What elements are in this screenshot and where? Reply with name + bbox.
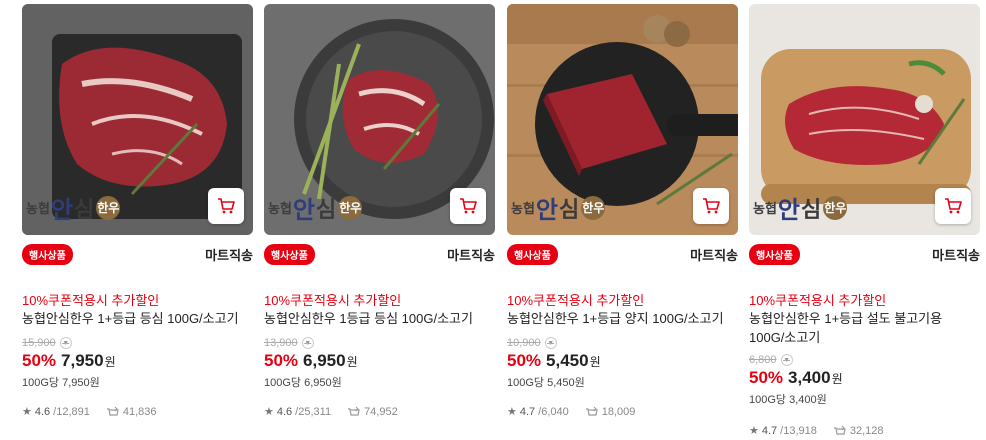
product-name[interactable]: 농협안심한우 1등급 등심 100G/소고기: [264, 309, 495, 328]
brand-logo: 농협 안 심 한우: [268, 195, 363, 224]
unit-price: 100G당 3,400원: [749, 394, 827, 406]
price-block: 15,900 ▼ 50% 7,950 원 100G당 7,950원: [22, 337, 116, 390]
coupon-text: 10%쿠폰적용시 추가할인: [507, 293, 645, 308]
sale-line: 50% 5,450 원: [507, 351, 601, 371]
chevron-down-icon[interactable]: ▼: [301, 337, 314, 349]
product-card[interactable]: 농협 안 심 한우 행사상품 마트직송 10%쿠폰적용시 추가할인 농협안심한우…: [749, 4, 980, 440]
unit-price: 100G당 5,450원: [507, 377, 585, 389]
purchase-count: 18,009: [601, 405, 636, 418]
product-name[interactable]: 농협안심한우 1+등급 양지 100G/소고기: [507, 309, 738, 328]
rating: 4.7: [519, 405, 536, 418]
price-block: 10,900 ▼ 50% 5,450 원 100G당 5,450원: [507, 337, 601, 390]
star-icon: ★: [507, 406, 517, 418]
sale-line: 50% 7,950 원: [22, 351, 116, 371]
purchase-count-icon: [585, 406, 598, 416]
cart-icon: [460, 198, 477, 214]
chevron-down-icon[interactable]: ▼: [59, 337, 72, 349]
coupon-text: 10%쿠폰적용시 추가할인: [749, 293, 887, 308]
purchase-count-icon: [833, 425, 846, 435]
product-card[interactable]: 농협 안 심 한우 행사상품 마트직송 10%쿠폰적용시 추가할인 농협안심한우…: [264, 4, 495, 440]
original-price: 15,900 ▼: [22, 337, 116, 349]
shipping-label: 마트직송: [932, 247, 980, 263]
rating: 4.7: [761, 424, 778, 437]
add-to-cart-button[interactable]: [935, 188, 971, 224]
product-image[interactable]: 농협 안 심 한우: [22, 4, 253, 235]
event-badge: 행사상품: [264, 243, 315, 265]
sale-price: 6,950: [303, 351, 346, 370]
sale-price: 7,950: [61, 351, 104, 370]
unit-price: 100G당 6,950원: [264, 377, 342, 389]
coupon-text: 10%쿠폰적용시 추가할인: [264, 293, 402, 308]
chevron-down-icon[interactable]: ▼: [544, 337, 557, 349]
currency: 원: [831, 372, 843, 386]
rating: 4.6: [34, 405, 51, 418]
currency: 원: [104, 355, 116, 369]
sale-line: 50% 6,950 원: [264, 351, 358, 371]
stats: ★ 4.7 /6,040 18,009: [507, 405, 636, 419]
sale-line: 50% 3,400 원: [749, 368, 843, 388]
star-icon: ★: [749, 425, 759, 437]
original-price: 6,800 ▼: [749, 354, 843, 366]
original-price: 13,900 ▼: [264, 337, 358, 349]
stats: ★ 4.7 /13,918 32,128: [749, 424, 884, 438]
product-card[interactable]: 농협 안 심 한우 행사상품 마트직송 10%쿠폰적용시 추가할인 농협안심한우…: [22, 4, 253, 440]
currency: 원: [589, 355, 601, 369]
purchase-count-icon: [348, 406, 360, 416]
star-icon: ★: [264, 406, 274, 418]
add-to-cart-button[interactable]: [693, 188, 729, 224]
product-name[interactable]: 농협안심한우 1+등급 등심 100G/소고기: [22, 309, 253, 328]
star-icon: ★: [22, 406, 32, 418]
meta-row: 행사상품 마트직송: [264, 243, 495, 265]
event-badge: 행사상품: [749, 243, 800, 265]
unit-price: 100G당 7,950원: [22, 377, 100, 389]
purchase-count: 41,836: [122, 405, 157, 418]
discount-rate: 50%: [507, 351, 542, 370]
discount-rate: 50%: [22, 351, 57, 370]
shipping-label: 마트직송: [690, 247, 738, 263]
coupon-text: 10%쿠폰적용시 추가할인: [22, 293, 160, 308]
brand-logo: 농협 안 심 한우: [511, 195, 606, 224]
original-price: 10,900 ▼: [507, 337, 601, 349]
price-block: 6,800 ▼ 50% 3,400 원 100G당 3,400원: [749, 354, 843, 407]
discount-rate: 50%: [749, 368, 784, 387]
sale-price: 3,400: [788, 368, 831, 387]
meta-row: 행사상품 마트직송: [749, 243, 980, 265]
add-to-cart-button[interactable]: [208, 188, 244, 224]
rating: 4.6: [276, 405, 293, 418]
purchase-count: 32,128: [849, 424, 884, 437]
chevron-down-icon[interactable]: ▼: [780, 354, 793, 366]
product-image[interactable]: 농협 안 심 한우: [749, 4, 980, 235]
purchase-count: 74,952: [364, 405, 398, 418]
product-image[interactable]: 농협 안 심 한우: [507, 4, 738, 235]
brand-logo: 농협 안 심 한우: [26, 195, 121, 224]
purchase-count-icon: [106, 406, 119, 416]
review-count: /25,311: [295, 405, 332, 418]
cart-icon: [945, 198, 962, 214]
product-name[interactable]: 농협안심한우 1+등급 설도 불고기용 100G/소고기: [749, 309, 980, 347]
shipping-label: 마트직송: [447, 247, 495, 263]
sale-price: 5,450: [546, 351, 589, 370]
discount-rate: 50%: [264, 351, 299, 370]
event-badge: 행사상품: [507, 243, 558, 265]
shipping-label: 마트직송: [205, 247, 253, 263]
brand-logo: 농협 안 심 한우: [753, 195, 848, 224]
review-count: /12,891: [53, 405, 90, 418]
meta-row: 행사상품 마트직송: [22, 243, 253, 265]
review-count: /13,918: [780, 424, 817, 437]
product-image[interactable]: 농협 안 심 한우: [264, 4, 495, 235]
product-grid: 농협 안 심 한우 행사상품 마트직송 10%쿠폰적용시 추가할인 농협안심한우…: [0, 0, 986, 440]
cart-icon: [703, 198, 720, 214]
cart-icon: [218, 198, 235, 214]
meta-row: 행사상품 마트직송: [507, 243, 738, 265]
review-count: /6,040: [538, 405, 569, 418]
stats: ★ 4.6 /12,891 41,836: [22, 405, 157, 419]
currency: 원: [346, 355, 358, 369]
product-card[interactable]: 농협 안 심 한우 행사상품 마트직송 10%쿠폰적용시 추가할인 농협안심한우…: [507, 4, 738, 440]
price-block: 13,900 ▼ 50% 6,950 원 100G당 6,950원: [264, 337, 358, 390]
stats: ★ 4.6 /25,311 74,952: [264, 405, 398, 419]
event-badge: 행사상품: [22, 243, 73, 265]
add-to-cart-button[interactable]: [450, 188, 486, 224]
